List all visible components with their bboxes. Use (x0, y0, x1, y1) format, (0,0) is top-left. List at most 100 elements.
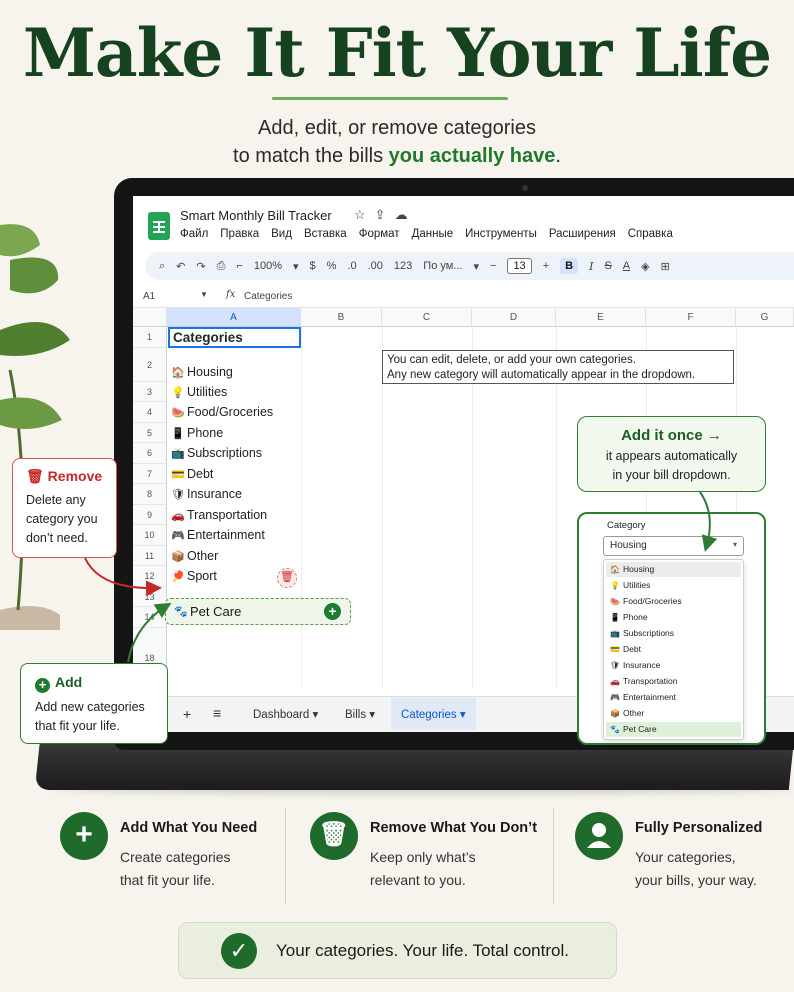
menu-data[interactable]: Данные (412, 228, 454, 240)
menu-extensions[interactable]: Расширения (549, 228, 616, 240)
feature-title: Add What You Need (120, 820, 258, 836)
text-color-button[interactable]: A (623, 260, 630, 272)
zoom-select[interactable]: 100% (254, 260, 282, 272)
credit-card-icon: 💳 (610, 645, 620, 654)
font-size-decrease-button[interactable]: − (490, 260, 496, 272)
number-format-button[interactable]: 123 (394, 260, 412, 272)
sheets-logo-icon[interactable] (148, 212, 170, 240)
add-sheet-icon[interactable]: + (183, 706, 191, 722)
row-header[interactable]: 2 (133, 348, 167, 382)
dropdown-option[interactable]: 💡 Utilities (606, 578, 741, 593)
category-cell[interactable]: 🏓 Sport (171, 569, 217, 583)
column-header-g[interactable]: G (736, 308, 794, 327)
category-cell[interactable]: 🚗 Transportation (171, 508, 267, 522)
category-cell[interactable]: 💡 Utilities (171, 385, 227, 399)
star-icon[interactable]: ☆ (354, 207, 375, 222)
column-header-d[interactable]: D (472, 308, 556, 327)
dropdown-option[interactable]: 🎮 Entertainment (606, 690, 741, 705)
font-size-input[interactable]: 13 (507, 258, 532, 274)
menu-tools[interactable]: Инструменты (465, 228, 537, 240)
row-header[interactable]: 4 (133, 402, 167, 423)
redo-icon[interactable]: ↷ (196, 260, 205, 273)
italic-button[interactable]: I (589, 260, 593, 273)
new-category-row[interactable]: 🐾 Pet Care + (165, 598, 351, 625)
dropdown-option[interactable]: 📱 Phone (606, 610, 741, 625)
dropdown-option[interactable]: 🍉 Food/Groceries (606, 594, 741, 609)
row-header[interactable]: 7 (133, 464, 167, 484)
column-header-f[interactable]: F (646, 308, 736, 327)
increase-decimal-button[interactable]: .00 (368, 260, 383, 272)
trash-icon[interactable]: 🗑 (277, 568, 297, 588)
paint-format-icon[interactable]: ⌐ (236, 260, 242, 272)
menu-format[interactable]: Формат (359, 228, 400, 240)
tab-categories[interactable]: Categories ▾ (391, 698, 476, 730)
row-header[interactable]: 5 (133, 423, 167, 443)
dropdown-option[interactable]: 📺 Subscriptions (606, 626, 741, 641)
row-header[interactable]: 3 (133, 382, 167, 402)
chevron-down-icon[interactable]: ▼ (200, 290, 208, 299)
row-header[interactable]: 8 (133, 484, 167, 505)
cloud-icon[interactable]: ☁ (395, 207, 417, 222)
category-cell[interactable]: 📺 Subscriptions (171, 446, 262, 460)
column-header-e[interactable]: E (556, 308, 646, 327)
category-select[interactable]: Housing ▾ (603, 536, 744, 556)
font-size-increase-button[interactable]: + (543, 260, 549, 272)
column-header-c[interactable]: C (382, 308, 472, 327)
shield-icon: 🛡 (610, 661, 621, 670)
strikethrough-button[interactable]: S (604, 260, 611, 272)
column-header-a[interactable]: A (167, 308, 301, 327)
folder-move-icon[interactable]: ⇪ (375, 207, 395, 222)
menu-file[interactable]: Файл (180, 228, 208, 240)
category-cell[interactable]: 📱 Phone (171, 426, 223, 440)
currency-button[interactable]: $ (310, 260, 316, 272)
bold-button[interactable]: B (560, 258, 579, 274)
cell-a1[interactable]: Categories (168, 327, 301, 348)
dropdown-option[interactable]: 🚗 Transportation (606, 674, 741, 689)
undo-icon[interactable]: ↶ (176, 260, 185, 273)
chevron-down-icon[interactable]: ▾ (293, 260, 299, 273)
category-cell[interactable]: 🍉 Food/Groceries (171, 405, 273, 419)
print-icon[interactable]: ⎙ (217, 260, 226, 273)
row-header[interactable]: 6 (133, 443, 167, 464)
add-icon[interactable]: + (324, 603, 341, 620)
menu-view[interactable]: Вид (271, 228, 292, 240)
row-header[interactable]: 14 (133, 607, 167, 628)
percent-button[interactable]: % (327, 260, 337, 272)
car-icon: 🚗 (610, 677, 620, 686)
menu-insert[interactable]: Вставка (304, 228, 347, 240)
document-title[interactable]: Smart Monthly Bill Tracker (180, 208, 332, 223)
dropdown-option[interactable]: 💳 Debt (606, 642, 741, 657)
borders-icon[interactable]: ⊞ (661, 260, 670, 273)
category-cell[interactable]: 📦 Other (171, 549, 218, 563)
name-box[interactable]: A1 (143, 291, 155, 302)
dropdown-option[interactable]: 🏠 Housing (606, 562, 741, 577)
fill-color-icon[interactable]: ◈ (641, 260, 649, 273)
row-header[interactable]: 10 (133, 525, 167, 546)
menu-edit[interactable]: Правка (220, 228, 259, 240)
tab-bills[interactable]: Bills ▾ (345, 707, 375, 721)
row-header[interactable]: 1 (133, 327, 167, 348)
select-all-corner[interactable] (133, 308, 167, 327)
menu-help[interactable]: Справка (628, 228, 673, 240)
all-sheets-icon[interactable]: ≡ (213, 705, 221, 721)
category-cell[interactable]: 🛡 Insurance (171, 487, 242, 501)
decrease-decimal-button[interactable]: .0 (347, 260, 356, 272)
row-header[interactable]: 11 (133, 546, 167, 566)
font-select[interactable]: По ум... (423, 260, 462, 272)
search-icon[interactable]: ⌕ (159, 260, 165, 273)
chevron-down-icon[interactable]: ▾ (473, 260, 479, 273)
formula-input[interactable]: Categories (244, 291, 292, 302)
category-cell[interactable]: 🎮 Entertainment (171, 528, 265, 542)
row-header[interactable]: 13 (133, 587, 167, 607)
feature-add: + Add What You Need Create categories tha… (60, 808, 310, 898)
column-header-b[interactable]: B (301, 308, 382, 327)
fx-icon: fx (226, 289, 236, 300)
category-cell[interactable]: 🏠 Housing (171, 365, 233, 379)
tab-dashboard[interactable]: Dashboard ▾ (253, 707, 318, 721)
row-header[interactable]: 9 (133, 505, 167, 525)
dropdown-option[interactable]: 🐾 Pet Care (606, 722, 741, 737)
row-header[interactable]: 12 (133, 566, 167, 587)
dropdown-option[interactable]: 🛡 Insurance (606, 658, 741, 673)
category-cell[interactable]: 💳 Debt (171, 467, 213, 481)
dropdown-option[interactable]: 📦 Other (606, 706, 741, 721)
